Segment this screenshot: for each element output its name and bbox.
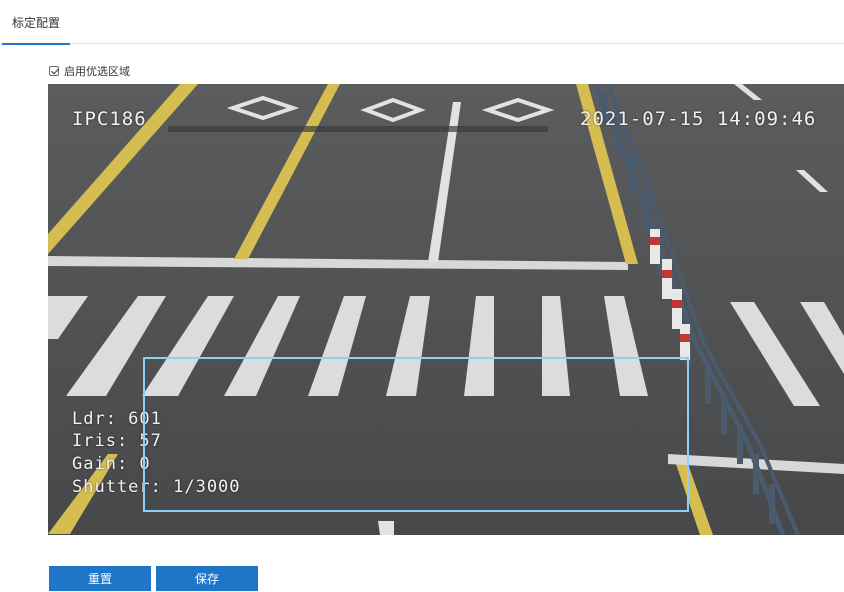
save-button[interactable]: 保存 xyxy=(156,566,258,591)
timestamp-overlay: 2021-07-15 14:09:46 xyxy=(580,108,817,130)
preferred-region-box[interactable] xyxy=(143,357,689,512)
enable-region-checkbox[interactable] xyxy=(49,66,59,76)
enable-region-row: 启用优选区域 xyxy=(49,63,130,79)
dash-mark-3 xyxy=(378,521,394,535)
tab-active-indicator xyxy=(2,43,71,45)
tab-label: 标定配置 xyxy=(12,16,61,30)
tab-calibration-config[interactable]: 标定配置 xyxy=(2,0,71,45)
shadow-band xyxy=(168,126,548,132)
gain-overlay: Gain: 0 xyxy=(72,454,151,474)
camera-name-overlay: IPC186 xyxy=(72,108,147,130)
video-preview[interactable]: IPC186 2021-07-15 14:09:46 Ldr: 601 Iris… xyxy=(48,84,844,535)
enable-region-label: 启用优选区域 xyxy=(64,65,130,78)
tab-bar: 标定配置 xyxy=(0,0,844,45)
reset-button[interactable]: 重置 xyxy=(49,566,151,591)
